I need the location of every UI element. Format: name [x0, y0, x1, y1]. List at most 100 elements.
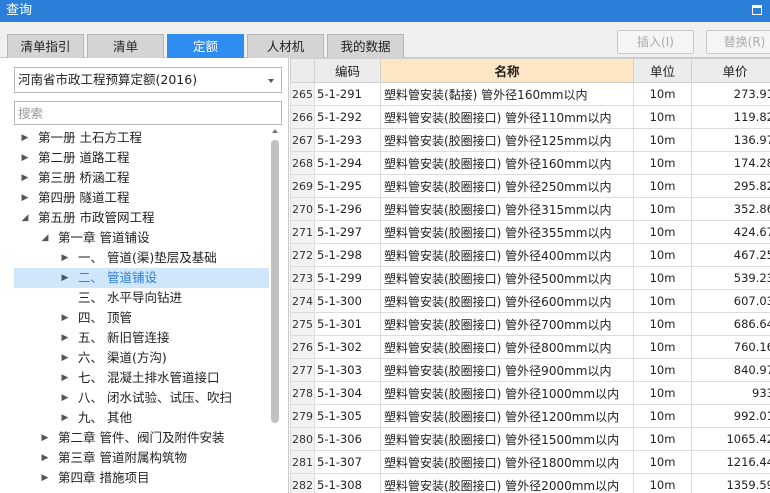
tree-node-label: 二、 管道铺设 [78, 270, 157, 285]
tree-node[interactable]: ▶ 第一册 土石方工程 [14, 128, 269, 148]
header-price[interactable]: 单价 [691, 58, 770, 83]
triangle-right-icon[interactable]: ▶ [60, 328, 70, 348]
table-row[interactable]: 274 5-1-300 塑料管安装(胶圈接口) 管外径600mm以内 10m 607.0… [290, 289, 770, 313]
unit-cell: 10m [633, 174, 692, 198]
triangle-right-icon[interactable]: ▶ [60, 408, 70, 428]
unit-cell: 10m [633, 243, 692, 267]
tab-labor-material-machine[interactable]: 人材机 [247, 34, 324, 58]
triangle-right-icon[interactable]: ▶ [20, 188, 30, 208]
tree-node[interactable]: ▶ 一、 管道(渠)垫层及基础 [14, 248, 269, 268]
name-cell: 塑料管安装(胶圈接口) 管外径1800mm以内 [380, 450, 634, 474]
table-row[interactable]: 266 5-1-292 塑料管安装(胶圈接口) 管外径110mm以内 10m 119.8… [290, 105, 770, 129]
tab-bill[interactable]: 清单 [87, 34, 164, 58]
tree-node-label: 第三章 管道附属构筑物 [58, 450, 187, 465]
table-row[interactable]: 275 5-1-301 塑料管安装(胶圈接口) 管外径700mm以内 10m 686.6… [290, 312, 770, 336]
tree-node[interactable]: ▶ 二、 管道铺设 [14, 268, 269, 288]
price-cell: 1216.44 [691, 450, 770, 474]
name-cell: 塑料管安装(胶圈接口) 管外径250mm以内 [380, 174, 634, 198]
table-row[interactable]: 282 5-1-308 塑料管安装(胶圈接口) 管外径2000mm以内 10m 1359… [290, 473, 770, 493]
code-cell: 5-1-302 [314, 335, 381, 359]
triangle-right-icon[interactable]: ▶ [60, 308, 70, 328]
code-cell: 5-1-306 [314, 427, 381, 451]
triangle-right-icon[interactable]: ▶ [60, 348, 70, 368]
row-number-cell: 268 [290, 151, 315, 175]
tree-node[interactable]: ▶ 第三册 桥涵工程 [14, 168, 269, 188]
table-body: 265 5-1-291 塑料管安装(黏接) 管外径160mm以内 10m 273.91 2… [290, 82, 770, 493]
insert-button[interactable]: 插入(I) [617, 30, 694, 54]
table-row[interactable]: 267 5-1-293 塑料管安装(胶圈接口) 管外径125mm以内 10m 136.9… [290, 128, 770, 152]
tree-node-label: 第一册 土石方工程 [38, 130, 142, 145]
table-row[interactable]: 280 5-1-306 塑料管安装(胶圈接口) 管外径1500mm以内 10m 1065… [290, 427, 770, 451]
code-cell: 5-1-296 [314, 197, 381, 221]
tree-node-label: 第二册 道路工程 [38, 150, 130, 165]
code-cell: 5-1-293 [314, 128, 381, 152]
header-name[interactable]: 名称 [380, 58, 634, 83]
table-row[interactable]: 271 5-1-297 塑料管安装(胶圈接口) 管外径355mm以内 10m 424.6… [290, 220, 770, 244]
tree-node[interactable]: ◢ 第五册 市政管网工程 [14, 208, 269, 228]
tree-node[interactable]: ▶ 九、 其他 [14, 408, 269, 428]
table-row[interactable]: 272 5-1-298 塑料管安装(胶圈接口) 管外径400mm以内 10m 467.2… [290, 243, 770, 267]
triangle-right-icon[interactable]: ▶ [60, 268, 70, 288]
tree-node[interactable]: ▶ 第二册 道路工程 [14, 148, 269, 168]
header-code[interactable]: 编码 [314, 58, 381, 83]
replace-button[interactable]: 替换(R) [706, 30, 770, 54]
tab-quota[interactable]: 定额 [167, 34, 244, 58]
triangle-right-icon[interactable]: ▶ [40, 448, 50, 468]
tab-my-data[interactable]: 我的数据 [327, 34, 404, 58]
table-row[interactable]: 270 5-1-296 塑料管安装(胶圈接口) 管外径315mm以内 10m 352.8… [290, 197, 770, 221]
table-row[interactable]: 268 5-1-294 塑料管安装(胶圈接口) 管外径160mm以内 10m 174.2… [290, 151, 770, 175]
table-row[interactable]: 277 5-1-303 塑料管安装(胶圈接口) 管外径900mm以内 10m 840.9… [290, 358, 770, 382]
library-select-value: 河南省市政工程预算定额(2016) [18, 72, 198, 87]
table-row[interactable]: 276 5-1-302 塑料管安装(胶圈接口) 管外径800mm以内 10m 760.1… [290, 335, 770, 359]
table-row[interactable]: 265 5-1-291 塑料管安装(黏接) 管外径160mm以内 10m 273.91 [290, 82, 770, 106]
scroll-up-icon[interactable] [272, 129, 278, 133]
triangle-down-icon[interactable]: ◢ [40, 228, 50, 248]
tree-node[interactable]: ▶ 第二章 管件、阀门及附件安装 [14, 428, 269, 448]
table-row[interactable]: 2785-1-304塑料管安装(胶圈接口) 管外径1000mm以内10m933 [290, 381, 770, 405]
tree-node[interactable]: ▶ 第四章 措施项目 [14, 468, 269, 488]
tree-node[interactable]: ▶ 七、 混凝土排水管道接口 [14, 368, 269, 388]
library-select[interactable]: 河南省市政工程预算定额(2016) [14, 67, 282, 93]
tab-bar: 清单指引 清单 定额 人材机 我的数据 插入(I) 替换(R) [0, 22, 770, 58]
tab-bill-guide[interactable]: 清单指引 [7, 34, 84, 58]
tree-node-label: 第四章 措施项目 [58, 470, 150, 485]
price-cell: 840.97 [691, 358, 770, 382]
tree-node[interactable]: 三、 水平导向钻进 [14, 288, 269, 308]
triangle-right-icon[interactable]: ▶ [60, 388, 70, 408]
triangle-right-icon[interactable]: ▶ [20, 148, 30, 168]
triangle-down-icon[interactable]: ◢ [20, 208, 30, 228]
table-row[interactable]: 279 5-1-305 塑料管安装(胶圈接口) 管外径1200mm以内 10m 992.… [290, 404, 770, 428]
table-row[interactable]: 273 5-1-299 塑料管安装(胶圈接口) 管外径500mm以内 10m 539.2… [290, 266, 770, 290]
triangle-right-icon[interactable]: ▶ [40, 428, 50, 448]
tree-node-label: 六、 渠道(方沟) [78, 350, 167, 365]
search-input[interactable] [14, 101, 282, 125]
price-cell: 1359.59 [691, 473, 770, 493]
tree-node[interactable]: ▶ 第三章 管道附属构筑物 [14, 448, 269, 468]
tree-node-label: 五、 新旧管连接 [78, 330, 170, 345]
header-unit[interactable]: 单位 [633, 58, 692, 83]
row-number-cell: 273 [290, 266, 315, 290]
code-cell: 5-1-291 [314, 82, 381, 106]
price-cell: 273.91 [691, 82, 770, 106]
maximize-icon[interactable] [752, 5, 762, 15]
tree-node[interactable]: ▶ 八、 闭水试验、试压、吹扫 [14, 388, 269, 408]
tree-node[interactable]: ▶ 五、 新旧管连接 [14, 328, 269, 348]
category-pane: 河南省市政工程预算定额(2016) ▶ 第一册 土石方工程 ▶ 第二册 道路工程 ▶ 第三… [0, 58, 289, 493]
triangle-right-icon[interactable]: ▶ [20, 168, 30, 188]
table-row[interactable]: 269 5-1-295 塑料管安装(胶圈接口) 管外径250mm以内 10m 295.8… [290, 174, 770, 198]
triangle-right-icon[interactable]: ▶ [60, 368, 70, 388]
unit-cell: 10m [633, 82, 692, 106]
tree-node[interactable]: ▶ 六、 渠道(方沟) [14, 348, 269, 368]
tree-node[interactable]: ▶ 第四册 隧道工程 [14, 188, 269, 208]
scrollbar-thumb[interactable] [271, 140, 279, 423]
price-cell: 352.86 [691, 197, 770, 221]
triangle-right-icon[interactable]: ▶ [20, 128, 30, 148]
tree-node[interactable]: ◢ 第一章 管道铺设 [14, 228, 269, 248]
price-cell: 686.64 [691, 312, 770, 336]
table-row[interactable]: 281 5-1-307 塑料管安装(胶圈接口) 管外径1800mm以内 10m 1216… [290, 450, 770, 474]
triangle-right-icon[interactable]: ▶ [60, 248, 70, 268]
tree-scrollbar[interactable] [270, 128, 280, 493]
tree-node[interactable]: ▶ 四、 顶管 [14, 308, 269, 328]
code-cell: 5-1-303 [314, 358, 381, 382]
triangle-right-icon[interactable]: ▶ [40, 468, 50, 488]
